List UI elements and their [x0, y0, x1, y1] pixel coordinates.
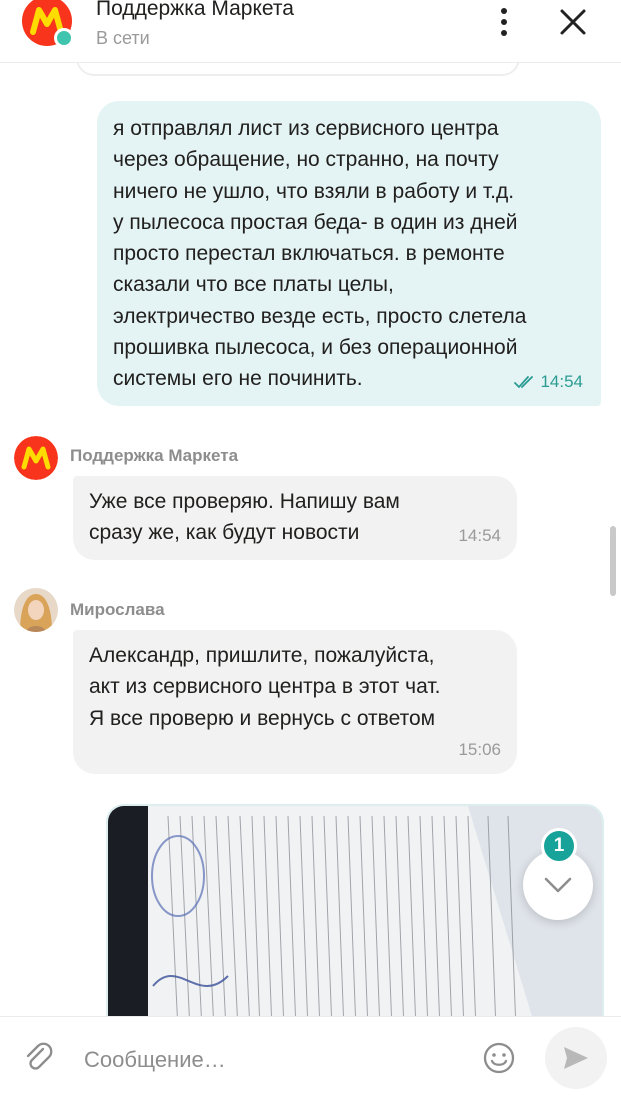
sender-name: Мирослава [70, 600, 165, 619]
more-vertical-icon [501, 8, 507, 36]
close-icon [560, 9, 586, 35]
more-menu-button[interactable] [486, 4, 522, 40]
send-icon [564, 1047, 588, 1069]
emoji-button[interactable] [482, 1041, 516, 1075]
message-time: 15:06 [458, 740, 501, 759]
message-text: я отправлял лист из сервисного центра че… [113, 117, 527, 391]
previous-message-edge [76, 62, 520, 76]
send-button[interactable] [545, 1027, 607, 1089]
scrollbar-thumb[interactable] [610, 526, 616, 596]
paperclip-icon [26, 1042, 53, 1070]
message-input[interactable] [82, 1039, 466, 1081]
online-indicator [54, 28, 74, 48]
person-photo-icon [14, 588, 58, 632]
chat-status: В сети [96, 28, 150, 48]
message-composer [0, 1016, 621, 1100]
support-avatar [14, 436, 58, 480]
close-button[interactable] [555, 4, 591, 40]
market-logo-icon [14, 436, 58, 480]
incoming-message[interactable]: Александр, пришлите, пожалуйста, акт из … [73, 630, 517, 774]
chat-title: Поддержка Маркета [96, 0, 294, 20]
document-photo [108, 806, 602, 1016]
chat-header: Поддержка Маркета В сети [0, 0, 621, 63]
message-text: Уже все проверяю. Напишу вам сразу же, к… [89, 490, 400, 545]
message-time: 14:54 [540, 372, 583, 391]
message-time: 14:54 [458, 526, 501, 545]
sender-name: Поддержка Маркета [70, 446, 239, 465]
attach-button[interactable] [22, 1041, 54, 1073]
incoming-message[interactable]: Уже все проверяю. Напишу вам сразу же, к… [73, 476, 517, 560]
outgoing-photo-message[interactable] [106, 804, 604, 1016]
double-check-icon [514, 376, 534, 388]
smile-icon [483, 1042, 515, 1074]
unread-count-badge: 1 [541, 828, 577, 864]
chevron-down-icon [544, 877, 572, 893]
message-meta: 14:54 [514, 372, 583, 392]
outgoing-message[interactable]: я отправлял лист из сервисного центра че… [97, 101, 601, 406]
message-text: Александр, пришлите, пожалуйста, акт из … [89, 644, 441, 730]
agent-avatar [14, 588, 58, 632]
